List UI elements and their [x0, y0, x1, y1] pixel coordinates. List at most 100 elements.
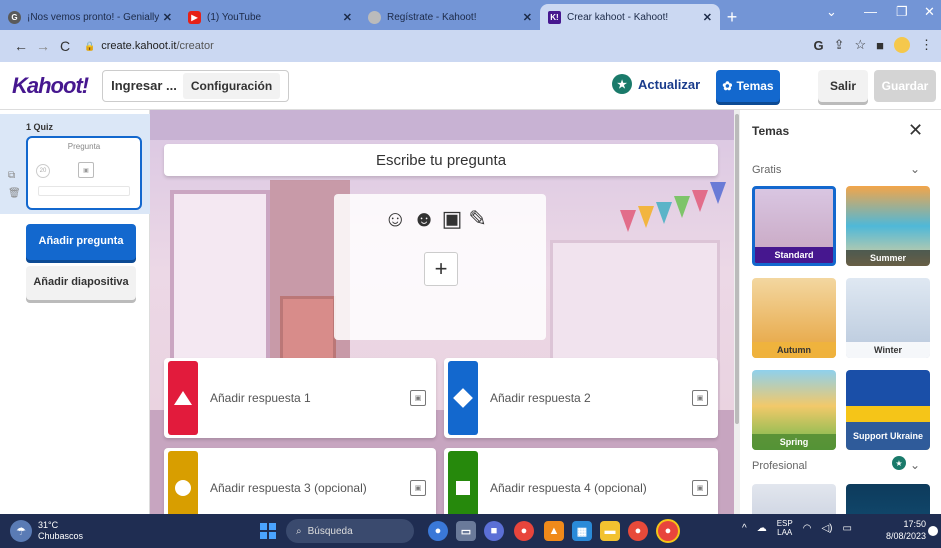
chrome-active-icon[interactable]: ● [658, 521, 678, 541]
kahoot-title-field[interactable]: Ingresar ... Configuración [102, 69, 290, 102]
back-icon[interactable]: ← [10, 38, 32, 54]
bookmark-star-icon[interactable]: ☆ [854, 37, 866, 53]
google-icon[interactable]: G [813, 38, 823, 53]
theme-support-ukraine[interactable]: Support Ukraine [846, 370, 930, 450]
save-button[interactable]: Guardar [874, 70, 936, 102]
notification-icon[interactable] [928, 526, 938, 536]
background-ceiling [150, 110, 734, 140]
tab-create-kahoot[interactable]: K! Crear kahoot - Kahoot! ✕ [540, 4, 720, 30]
menu-kebab-icon[interactable]: ⋮ [920, 37, 933, 53]
theme-label: Summer [846, 250, 930, 266]
tab-label: Crear kahoot - Kahoot! [567, 11, 669, 23]
battery-icon[interactable]: ▭ [842, 523, 851, 534]
title-input-text[interactable]: Ingresar ... [111, 78, 177, 93]
image-icon[interactable]: ▣ [692, 390, 708, 406]
bunting-flag [710, 182, 726, 204]
chevron-down-icon[interactable]: ⌄ [910, 162, 920, 176]
answer-4-label[interactable]: Añadir respuesta 4 (opcional) [490, 481, 692, 495]
theme-pro-1[interactable] [752, 484, 836, 514]
task-view-icon[interactable]: ▭ [456, 521, 476, 541]
file-explorer-icon[interactable]: ▬ [600, 521, 620, 541]
media-upload-area[interactable]: ☺☻▣✎ + [334, 194, 546, 340]
weather-temp: 31°C [38, 520, 59, 531]
slide-question-placeholder: Pregunta [67, 142, 101, 151]
tab-close-icon[interactable]: ✕ [523, 11, 532, 24]
restore-icon[interactable]: ❐ [896, 4, 908, 20]
tab-close-icon[interactable]: ✕ [703, 11, 712, 24]
chevron-down-icon[interactable]: ⌄ [910, 458, 920, 472]
language-indicator[interactable]: ESP LAA [777, 519, 793, 538]
forward-icon[interactable]: → [32, 38, 54, 54]
tab-close-icon[interactable]: ✕ [343, 11, 352, 24]
answer-4[interactable]: Añadir respuesta 4 (opcional) ▣ [444, 448, 718, 514]
close-window-icon[interactable]: ✕ [924, 4, 935, 20]
theme-autumn[interactable]: Autumn [752, 278, 836, 358]
url-field[interactable]: 🔒 create.kahoot.it/creator [84, 40, 214, 52]
image-icon[interactable]: ▣ [692, 480, 708, 496]
themes-button[interactable]: ✿ Temas [716, 70, 780, 102]
share-icon[interactable]: ⇪ [834, 37, 845, 53]
tab-close-icon[interactable]: ✕ [163, 11, 172, 24]
clock[interactable]: 17:50 8/08/2023 [870, 519, 926, 542]
taskbar-search[interactable]: ⌕ Búsqueda [286, 519, 414, 543]
answer-3[interactable]: Añadir respuesta 3 (opcional) ▣ [164, 448, 436, 514]
chevron-up-icon[interactable]: ^ [742, 523, 747, 534]
answer-1[interactable]: Añadir respuesta 1 ▣ [164, 358, 436, 438]
weather-widget[interactable]: ☂ 31°C Chubascos [10, 520, 83, 542]
chrome-icon[interactable]: ● [514, 521, 534, 541]
trash-icon[interactable]: 🗑 [8, 188, 21, 199]
slide-thumbnail[interactable]: Pregunta 20 ▣ [26, 136, 142, 210]
theme-summer[interactable]: Summer [846, 186, 930, 266]
profile-icon[interactable] [894, 37, 910, 53]
reload-icon[interactable]: C [54, 38, 76, 54]
add-slide-button[interactable]: Añadir diapositiva [26, 266, 136, 300]
duplicate-icon[interactable]: ⧉ [8, 170, 15, 181]
tab-search-icon[interactable]: ⌄ [826, 4, 837, 20]
close-icon[interactable]: ✕ [908, 120, 923, 141]
settings-button[interactable]: Configuración [182, 72, 281, 99]
image-icon[interactable]: ▣ [410, 390, 426, 406]
theme-winter[interactable]: Winter [846, 278, 930, 358]
theme-label: Winter [846, 342, 930, 358]
scrollbar-thumb[interactable] [735, 114, 739, 424]
answer-2[interactable]: Añadir respuesta 2 ▣ [444, 358, 718, 438]
tab-genially[interactable]: G ¡Nos vemos pronto! - Genially ✕ [0, 4, 180, 30]
theme-standard[interactable]: Standard [752, 186, 836, 266]
vlc-icon[interactable]: ▲ [544, 521, 564, 541]
slide-item[interactable]: 1 Quiz ⧉ 🗑 Pregunta 20 ▣ [0, 114, 150, 214]
sidepanel-icon[interactable]: ■ [876, 38, 884, 53]
tab-register-kahoot[interactable]: Regístrate - Kahoot! ✕ [360, 4, 540, 30]
slides-sidebar: 1 Quiz ⧉ 🗑 Pregunta 20 ▣ Añadir pregunta… [0, 110, 150, 514]
wifi-icon[interactable]: ◠ [803, 523, 812, 534]
tab-youtube[interactable]: ▶ (1) YouTube ✕ [180, 4, 360, 30]
theme-label: Standard [755, 247, 833, 263]
copilot-icon[interactable]: ● [428, 521, 448, 541]
answer-2-label[interactable]: Añadir respuesta 2 [490, 391, 692, 405]
background-board [280, 296, 336, 366]
lock-icon: 🔒 [84, 40, 96, 51]
meet-icon[interactable]: ■ [484, 521, 504, 541]
tab-label: ¡Nos vemos pronto! - Genially [27, 11, 159, 23]
cloud-icon[interactable]: ☁ [757, 523, 767, 534]
add-media-button[interactable]: + [424, 252, 458, 286]
answer-1-label[interactable]: Añadir respuesta 1 [210, 391, 410, 405]
exit-button[interactable]: Salir [818, 70, 868, 102]
new-tab-button[interactable]: + [720, 4, 744, 30]
image-icon[interactable]: ▣ [410, 480, 426, 496]
themes-label: Temas [736, 79, 774, 93]
genially-favicon-icon: G [8, 10, 21, 24]
bunting-flag [638, 206, 654, 228]
question-input[interactable]: Escribe tu pregunta [164, 144, 718, 176]
add-question-button[interactable]: Añadir pregunta [26, 224, 136, 260]
answer-2-color [448, 361, 478, 435]
app-icon[interactable]: ● [628, 521, 648, 541]
volume-icon[interactable]: ◁) [821, 523, 832, 534]
answer-3-label[interactable]: Añadir respuesta 3 (opcional) [210, 481, 410, 495]
theme-spring[interactable]: Spring [752, 370, 836, 450]
minimize-icon[interactable]: — [864, 4, 877, 19]
store-icon[interactable]: ▦ [572, 521, 592, 541]
windows-start-icon[interactable] [260, 523, 276, 539]
theme-pro-2[interactable] [846, 484, 930, 514]
upgrade-button[interactable]: ★ Actualizar [612, 74, 700, 94]
kahoot-logo[interactable]: Kahoot! [12, 73, 89, 99]
